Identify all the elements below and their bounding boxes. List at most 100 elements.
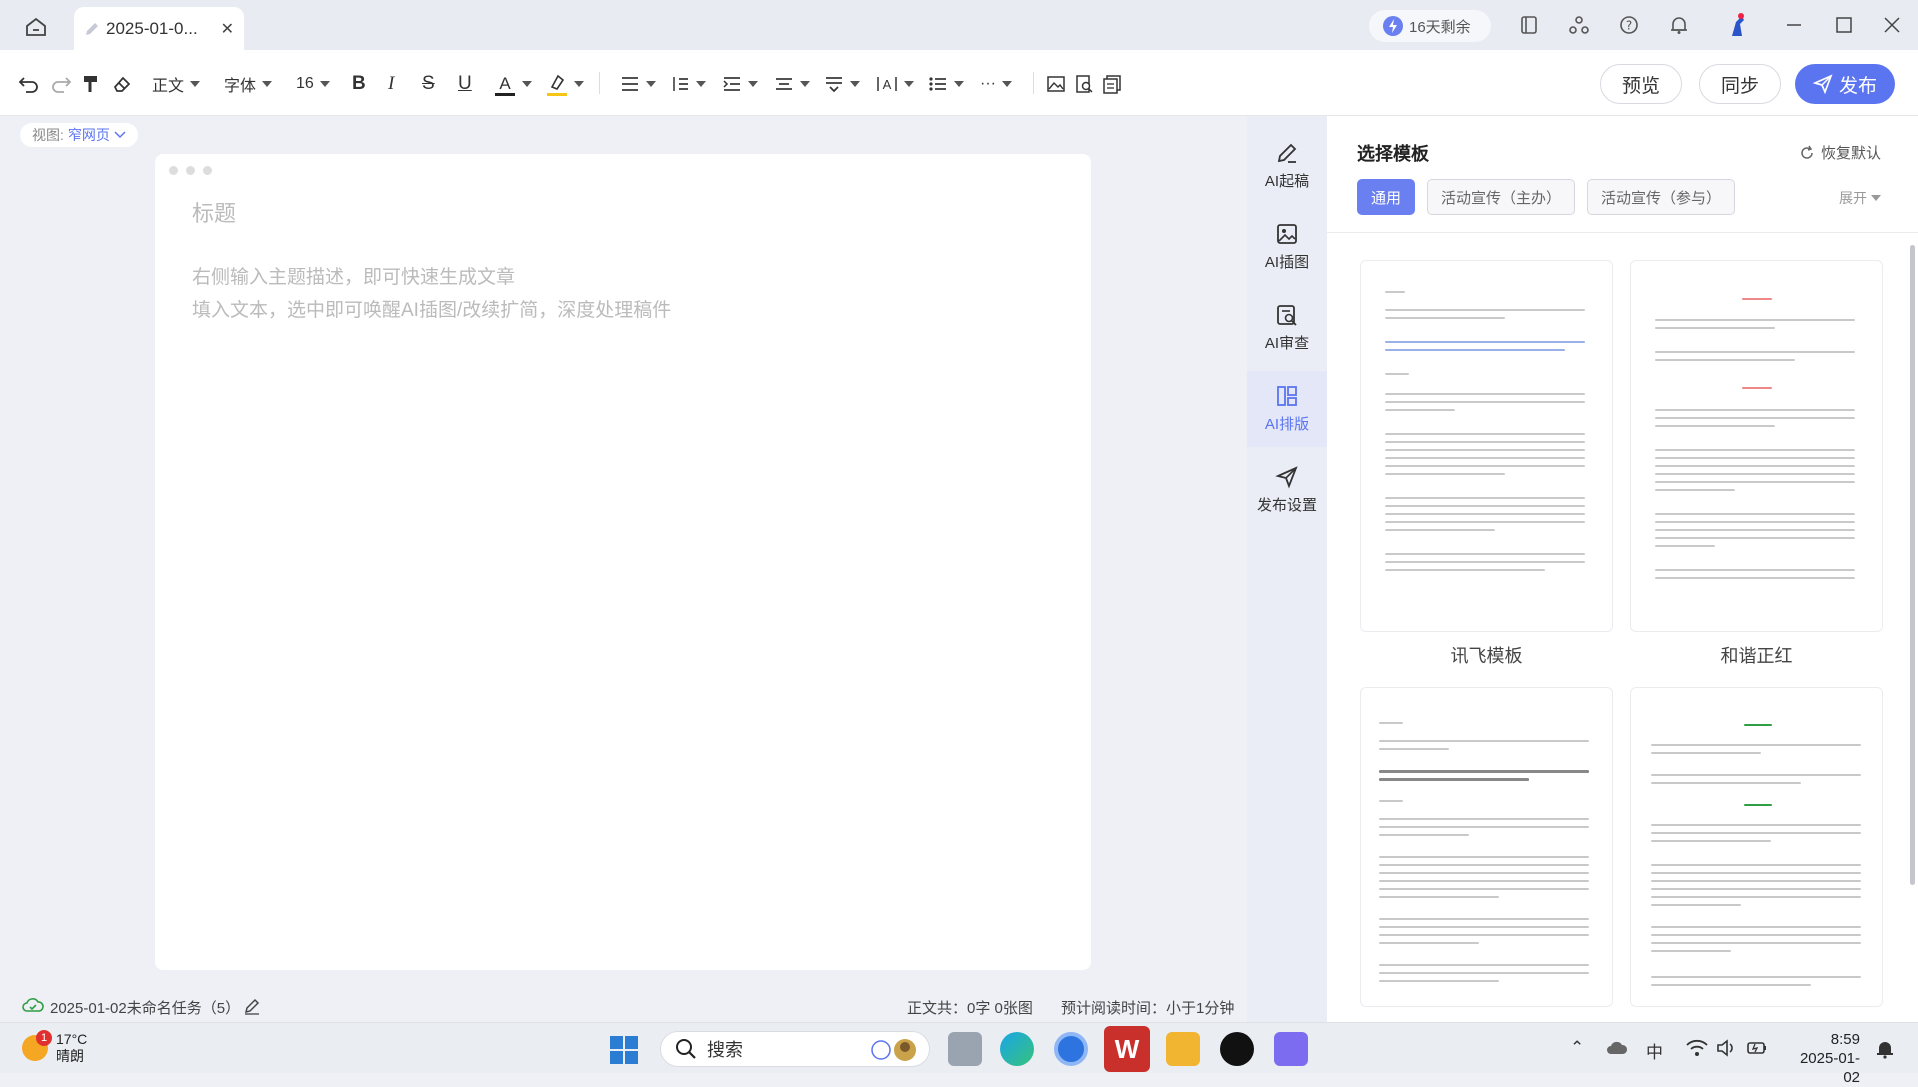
- ai-layout-button[interactable]: AI排版: [1247, 371, 1327, 447]
- template-name-harmony-red: 和谐正红: [1720, 646, 1793, 666]
- title-input[interactable]: 标题: [192, 196, 236, 228]
- font-color-button[interactable]: A: [494, 71, 532, 97]
- volume-icon[interactable]: [1716, 1039, 1736, 1057]
- pen-icon: [1277, 143, 1297, 163]
- ai-draft-button[interactable]: AI起稿: [1247, 128, 1327, 204]
- notification-bell-icon[interactable]: [1876, 1039, 1894, 1059]
- font-size-select[interactable]: 16: [296, 71, 330, 97]
- align-icon: [622, 77, 638, 91]
- tab-general[interactable]: 通用: [1357, 179, 1415, 215]
- tab-title: 2025-01-0...: [106, 18, 198, 38]
- template-card-3[interactable]: [1360, 687, 1613, 1007]
- system-clock[interactable]: 8:59 2025-01-02: [1786, 1030, 1860, 1087]
- publish-settings-button[interactable]: 发布设置: [1247, 452, 1327, 528]
- highlight-color-button[interactable]: [546, 71, 584, 97]
- font-color-icon: A: [495, 74, 515, 96]
- qq-icon[interactable]: [1220, 1032, 1254, 1066]
- sidebar-toggle-icon[interactable]: [1517, 13, 1541, 37]
- cloud-icon[interactable]: [1606, 1040, 1628, 1056]
- find-replace-icon[interactable]: [1074, 71, 1094, 97]
- preview-button[interactable]: 预览: [1600, 64, 1682, 104]
- insert-image-icon[interactable]: [1046, 71, 1066, 97]
- help-icon[interactable]: ?: [1617, 13, 1641, 37]
- ai-tools-strip: AI起稿 AI插图 AI审查 AI排版 发布设置: [1247, 116, 1327, 1022]
- tab-event-host[interactable]: 活动宣传（主办）: [1427, 179, 1575, 215]
- bold-icon[interactable]: B: [352, 71, 366, 97]
- eraser-icon[interactable]: [112, 71, 132, 97]
- maximize-icon[interactable]: [1832, 13, 1856, 37]
- line-height-icon: [673, 77, 688, 91]
- publish-button[interactable]: 发布: [1795, 64, 1895, 104]
- document-outline-icon[interactable]: [1102, 71, 1122, 97]
- line-height-button[interactable]: [670, 71, 706, 97]
- trial-badge[interactable]: 16天剩余: [1369, 10, 1491, 42]
- weather-widget[interactable]: 1 17°C 晴朗: [22, 1030, 87, 1065]
- windows-start-icon[interactable]: [609, 1035, 639, 1065]
- bell-icon[interactable]: [1667, 13, 1691, 37]
- indent-button[interactable]: [722, 71, 758, 97]
- ai-draft-label: AI起稿: [1264, 173, 1310, 190]
- document-tab[interactable]: 2025-01-0... ✕: [74, 7, 244, 50]
- more-label: ···: [980, 75, 996, 92]
- share-icon[interactable]: [1567, 13, 1591, 37]
- review-icon: [1277, 305, 1297, 326]
- reading-time: 预计阅读时间：小于1分钟: [1061, 1000, 1235, 1017]
- body-placeholder-line-2[interactable]: 填入文本，选中即可唤醒AI插图/改续扩简，深度处理稿件: [192, 295, 671, 322]
- minimize-icon[interactable]: [1782, 13, 1806, 37]
- ai-review-label: AI审查: [1264, 335, 1310, 352]
- ai-illustration-button[interactable]: AI插图: [1247, 209, 1327, 285]
- wifi-icon[interactable]: [1686, 1039, 1708, 1057]
- template-card-harmony-red[interactable]: [1630, 260, 1883, 632]
- underline-icon[interactable]: U: [458, 71, 472, 97]
- rename-icon[interactable]: [243, 997, 261, 1015]
- template-card-xunfei[interactable]: [1360, 260, 1613, 632]
- sync-button[interactable]: 同步: [1699, 64, 1781, 104]
- template-card-4[interactable]: [1630, 687, 1883, 1007]
- formatting-toolbar: 正文 字体 16 B I S U A A ··· 预览 同步 发布: [0, 50, 1918, 116]
- strikethrough-icon[interactable]: S: [422, 71, 435, 97]
- more-button[interactable]: ···: [980, 71, 1012, 97]
- task-view-icon[interactable]: [948, 1032, 982, 1066]
- wps-office-icon[interactable]: W: [1104, 1026, 1150, 1072]
- avatar[interactable]: [1722, 10, 1752, 40]
- align-button[interactable]: [620, 71, 656, 97]
- body-placeholder-line-1[interactable]: 右侧输入主题描述，即可快速生成文章: [192, 262, 515, 289]
- chevron-down-icon: [114, 131, 126, 139]
- browser-icon[interactable]: [1054, 1032, 1088, 1066]
- publish-settings-label: 发布设置: [1256, 497, 1317, 514]
- weather-condition: 晴朗: [56, 1048, 84, 1064]
- battery-icon[interactable]: [1746, 1039, 1768, 1057]
- home-button[interactable]: [14, 12, 58, 42]
- file-explorer-icon[interactable]: [1166, 1032, 1200, 1066]
- view-mode-selector[interactable]: 视图: 窄网页: [20, 123, 138, 147]
- send-icon: [1812, 74, 1833, 94]
- panel-scrollbar[interactable]: [1910, 245, 1915, 885]
- tab-event-participant[interactable]: 活动宣传（参与）: [1587, 179, 1735, 215]
- edge-browser-icon[interactable]: [1000, 1032, 1034, 1066]
- editor-paper[interactable]: 标题 右侧输入主题描述，即可快速生成文章 填入文本，选中即可唤醒AI插图/改续扩…: [155, 154, 1091, 970]
- restore-default-button[interactable]: 恢复默认: [1799, 142, 1881, 163]
- weather-sun-icon: 1: [22, 1030, 52, 1061]
- letter-spacing-button[interactable]: A: [876, 71, 914, 97]
- writing-app-icon[interactable]: [1274, 1032, 1308, 1066]
- font-family-select[interactable]: 字体: [224, 71, 273, 97]
- lightning-icon: [1383, 16, 1403, 36]
- close-window-icon[interactable]: [1880, 13, 1904, 37]
- taskbar-search[interactable]: 搜索: [660, 1031, 930, 1067]
- redo-icon[interactable]: [50, 71, 72, 97]
- format-painter-icon[interactable]: [82, 71, 100, 97]
- ime-indicator[interactable]: 中: [1646, 1038, 1663, 1063]
- paragraph-spacing-button[interactable]: [774, 71, 810, 97]
- status-bar: 2025-01-02未命名任务（5） 正文共：0字 0张图 预计阅读时间：小于1…: [0, 990, 1247, 1022]
- undo-icon[interactable]: [18, 71, 40, 97]
- text-direction-button[interactable]: [824, 71, 860, 97]
- italic-icon[interactable]: I: [388, 71, 394, 97]
- show-hidden-icons[interactable]: ⌃: [1570, 1038, 1584, 1058]
- view-prefix: 视图:: [32, 127, 64, 143]
- expand-button[interactable]: 展开: [1839, 188, 1881, 208]
- trial-label: 16天剩余: [1409, 18, 1471, 36]
- list-button[interactable]: [928, 71, 964, 97]
- ai-review-button[interactable]: AI审查: [1247, 290, 1327, 366]
- tab-close-icon[interactable]: ✕: [221, 19, 234, 39]
- paragraph-style-select[interactable]: 正文: [152, 71, 201, 97]
